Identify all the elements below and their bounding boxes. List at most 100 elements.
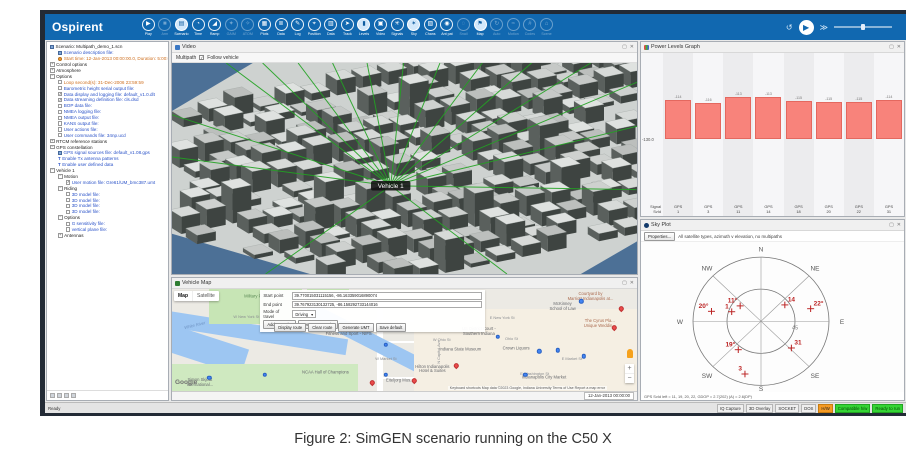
clear-route-button[interactable]: Clear route bbox=[308, 323, 336, 332]
map-pin-blue[interactable] bbox=[579, 299, 583, 303]
collapse-icon[interactable]: − bbox=[58, 186, 63, 191]
close-icon[interactable]: ✕ bbox=[897, 44, 901, 50]
display-route-button[interactable]: Display route bbox=[274, 323, 306, 332]
zoom-in-button[interactable]: + bbox=[625, 364, 634, 374]
maximize-icon[interactable]: ▢ bbox=[622, 280, 627, 286]
tree-item[interactable]: ✓Data display and logging file: default_… bbox=[48, 91, 167, 97]
collapse-icon[interactable]: − bbox=[58, 174, 63, 179]
follow-vehicle-checkbox[interactable]: ✓ bbox=[199, 55, 204, 60]
expand-icon[interactable]: + bbox=[50, 62, 55, 67]
close-icon[interactable]: ✕ bbox=[897, 222, 901, 228]
tree-item[interactable]: +Antennas bbox=[48, 233, 167, 239]
toolbar-button-time[interactable]: ◔Time bbox=[191, 18, 206, 36]
checkbox-unchecked[interactable] bbox=[58, 110, 62, 114]
toolbar-button-plots[interactable]: ▦Plots bbox=[257, 18, 272, 36]
checkbox-unchecked[interactable] bbox=[66, 204, 70, 208]
checkbox-unchecked[interactable] bbox=[58, 104, 62, 108]
collapse-icon[interactable]: − bbox=[50, 74, 55, 79]
close-icon[interactable]: ✕ bbox=[630, 44, 634, 50]
slider-knob[interactable] bbox=[861, 24, 865, 30]
toolbar-button-motion[interactable]: ≈Motion bbox=[506, 18, 521, 36]
google-map[interactable]: Map Satellite Start point 39.77001503111… bbox=[172, 289, 637, 391]
checkbox-unchecked[interactable] bbox=[58, 116, 62, 120]
close-icon[interactable]: ✕ bbox=[630, 280, 634, 286]
speed-slider[interactable] bbox=[834, 26, 892, 28]
fast-forward-icon[interactable]: ≫ bbox=[820, 23, 828, 32]
checkbox-unchecked[interactable] bbox=[66, 210, 70, 214]
end-point-input[interactable]: 39.767923130132725, -86.158292733144016 bbox=[292, 301, 482, 309]
zoom-out-button[interactable]: − bbox=[625, 374, 634, 383]
play-button[interactable]: ▶ bbox=[799, 20, 814, 35]
maximize-icon[interactable]: ▢ bbox=[622, 44, 627, 50]
tree-tool-icon[interactable] bbox=[50, 393, 55, 398]
toolbar-button-log[interactable]: ✎Log bbox=[290, 18, 305, 36]
checkbox-unchecked[interactable] bbox=[58, 86, 62, 90]
toolbar-button-position[interactable]: ⌖Position bbox=[307, 18, 322, 36]
toolbar-button-levels[interactable]: ▮Levels bbox=[357, 18, 372, 36]
checkbox-unchecked[interactable] bbox=[66, 227, 70, 231]
toolbar-button-data[interactable]: ▥Data bbox=[323, 18, 338, 36]
toolbar-button-snail[interactable]: ◌Snail bbox=[456, 18, 471, 36]
map-attribution[interactable]: Keyboard shortcuts Map data ©2023 Google… bbox=[448, 386, 607, 390]
maximize-icon[interactable]: ▢ bbox=[889, 222, 894, 228]
toolbar-button-scenario[interactable]: ▤Scenario bbox=[174, 18, 189, 36]
checkbox-unchecked[interactable] bbox=[58, 121, 62, 125]
expand-icon[interactable]: + bbox=[58, 233, 63, 238]
toolbar-button-map[interactable]: ⚑Map bbox=[473, 18, 488, 36]
toolbar-button-signals[interactable]: ✳Signals bbox=[390, 18, 405, 36]
toolbar-button-gaim[interactable]: ✦GAIM bbox=[224, 18, 239, 36]
toolbar-button-arm[interactable]: ■Arm bbox=[158, 18, 173, 36]
properties-button[interactable]: Properties... bbox=[644, 232, 675, 241]
toolbar-button-ant-pat[interactable]: ◉Ant pat bbox=[440, 18, 455, 36]
checkbox-unchecked[interactable] bbox=[66, 192, 70, 196]
toolbar-button-auto[interactable]: ↻Auto bbox=[489, 18, 504, 36]
checkbox-unchecked[interactable] bbox=[66, 198, 70, 202]
toolbar-button-chans[interactable]: ▧Chans bbox=[423, 18, 438, 36]
collapse-icon[interactable]: − bbox=[58, 215, 63, 220]
toolbar-button-video[interactable]: ▣Video bbox=[373, 18, 388, 36]
city-scene-svg: Vehicle 1 bbox=[172, 63, 637, 274]
tree-item-label: Data display and logging file: default_v… bbox=[64, 92, 155, 97]
map-type-satellite-button[interactable]: Satellite bbox=[193, 291, 219, 301]
rewind-icon[interactable]: ↺ bbox=[786, 23, 793, 32]
tree-tool-icon[interactable] bbox=[57, 393, 62, 398]
toolbar-button-data[interactable]: ≣Data bbox=[274, 18, 289, 36]
tree-item[interactable]: ✓User motion file: Gre61/UM_bmc387.umt bbox=[48, 179, 167, 185]
toolbar-button-scene[interactable]: ⌂Scene bbox=[539, 18, 554, 36]
vehicle-marker[interactable]: Vehicle 1 bbox=[371, 181, 410, 191]
checkbox-unchecked[interactable] bbox=[66, 222, 70, 226]
expand-icon[interactable]: + bbox=[50, 68, 55, 73]
status-segment-ready-to-run: Ready to run bbox=[872, 404, 903, 413]
3d-city-view[interactable]: Vehicle 1 bbox=[172, 63, 637, 274]
toolbar-button-track[interactable]: ➤Track bbox=[340, 18, 355, 36]
checkbox-checked[interactable]: ✓ bbox=[58, 98, 62, 102]
collapse-icon[interactable]: − bbox=[50, 145, 55, 150]
toolbar-button-atom[interactable]: ✧ATOM bbox=[241, 18, 256, 36]
toolbar-button-codes[interactable]: #Codes bbox=[523, 18, 538, 36]
save-default-button[interactable]: Save default bbox=[376, 323, 407, 332]
tree-tool-icon[interactable] bbox=[64, 393, 69, 398]
collapse-icon[interactable]: − bbox=[50, 168, 55, 173]
checkbox-unchecked[interactable] bbox=[58, 80, 62, 84]
multipath-mode-label[interactable]: Multipath bbox=[176, 55, 196, 61]
generate-umt-button[interactable]: Generate UMT bbox=[338, 323, 373, 332]
checkbox-unchecked[interactable] bbox=[58, 133, 62, 137]
mode-of-travel-select[interactable]: Driving▾ bbox=[292, 310, 316, 318]
checkbox-checked[interactable]: ✓ bbox=[58, 92, 62, 96]
toolbar-button-sky[interactable]: ✶Sky bbox=[406, 18, 421, 36]
simulation-time-field[interactable]: 12-Jan-2013 00:00:00 bbox=[584, 392, 634, 400]
pegman-icon[interactable] bbox=[627, 349, 633, 358]
checkbox-checked[interactable]: ✓ bbox=[66, 180, 70, 184]
toolbar-button-ramp[interactable]: ◢Ramp bbox=[207, 18, 222, 36]
maximize-icon[interactable]: ▢ bbox=[889, 44, 894, 50]
map-pin-red[interactable] bbox=[369, 379, 375, 385]
chart-column-GPS-31: -114 bbox=[874, 53, 904, 216]
tree-item[interactable]: GPS signal sources file: default_v1.08.g… bbox=[48, 150, 167, 156]
toolbar-button-play[interactable]: ▶Play bbox=[141, 18, 156, 36]
map-type-map-button[interactable]: Map bbox=[174, 291, 193, 301]
tree-item[interactable]: Start time: 12-Jan-2013 00:00:00.0, Dura… bbox=[48, 56, 167, 62]
expand-icon[interactable]: + bbox=[50, 139, 55, 144]
start-point-input[interactable]: 39.770015031115156, -86.163359016890074 bbox=[292, 292, 482, 300]
tree-tool-icon[interactable] bbox=[71, 393, 76, 398]
checkbox-unchecked[interactable] bbox=[58, 127, 62, 131]
